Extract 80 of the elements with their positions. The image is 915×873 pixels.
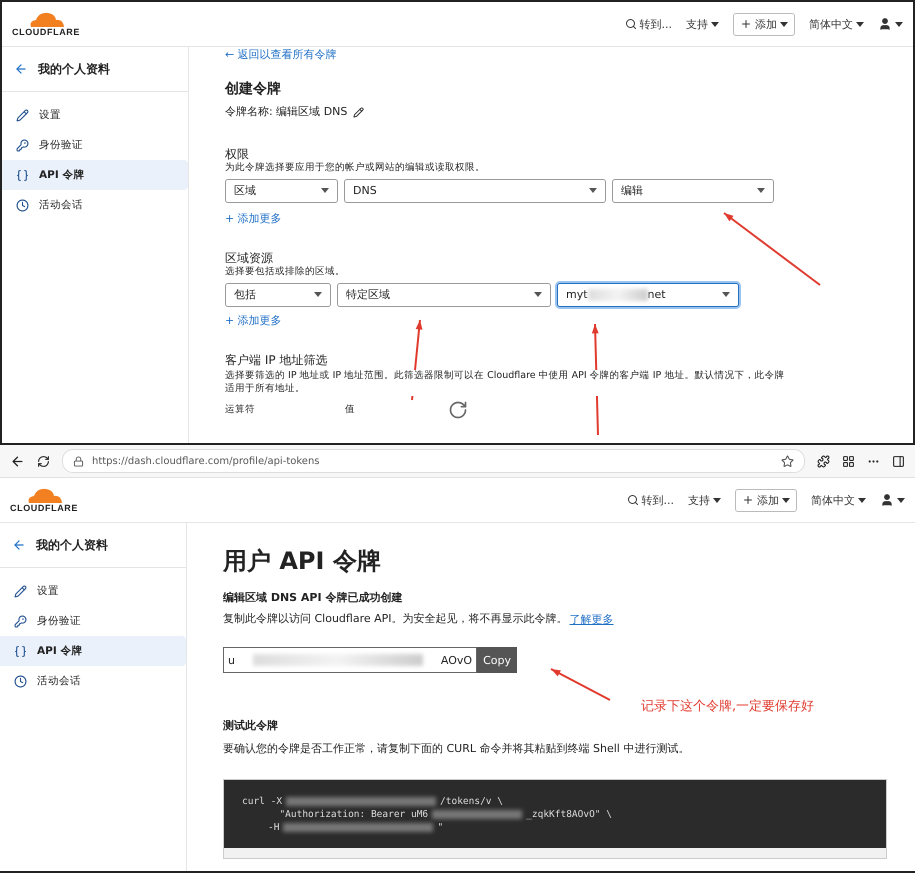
success-message: 编辑区域 DNS API 令牌已成功创建 xyxy=(223,591,402,606)
pencil-icon xyxy=(14,584,27,598)
braces-icon xyxy=(14,644,27,658)
search-icon xyxy=(626,494,638,506)
sidebar-icon[interactable] xyxy=(892,454,905,468)
extension-icon[interactable] xyxy=(817,454,830,468)
sidebar-item[interactable]: 活动会话 xyxy=(0,666,186,696)
code-text: _zqkKft8AOvO" \ xyxy=(526,808,612,820)
back-link[interactable]: ← 返回以查看所有令牌 xyxy=(225,47,337,62)
page-title: 用户 API 令牌 xyxy=(223,546,381,577)
add-button[interactable]: 添加 xyxy=(735,488,797,512)
sidebar-title: 我的个人资料 xyxy=(38,60,110,78)
menu-button[interactable]: 支持 xyxy=(686,16,719,32)
grid-icon[interactable] xyxy=(842,454,855,468)
search-icon xyxy=(624,18,636,30)
sidebar-item[interactable]: 活动会话 xyxy=(2,190,188,220)
address-bar[interactable]: https://dash.cloudflare.com/profile/api-tokens xyxy=(62,449,805,473)
back-icon[interactable] xyxy=(10,454,25,468)
back-arrow-icon[interactable] xyxy=(14,62,28,76)
braces-icon xyxy=(16,168,29,182)
copy-button[interactable]: Copy xyxy=(477,647,517,674)
sidebar-item[interactable]: API 令牌 xyxy=(2,160,188,190)
select-field[interactable]: myt net xyxy=(557,282,739,307)
edit-icon[interactable] xyxy=(353,106,364,118)
menu-button[interactable]: 简体中文 xyxy=(811,492,866,508)
annotation-text: 记录下这个令牌,一定要保存好 xyxy=(641,698,814,715)
notice-text: 复制此令牌以访问 Cloudflare API。为安全起见，将不再显示此令牌。 xyxy=(223,612,568,628)
code-text: curl -X xyxy=(242,796,282,807)
section-label: 区域资源 xyxy=(225,250,273,266)
select-field[interactable]: 区域 xyxy=(225,178,338,203)
star-icon[interactable] xyxy=(781,454,794,468)
key-icon xyxy=(16,138,29,152)
code-text: " xyxy=(437,822,444,833)
sidebar-item[interactable]: 身份验证 xyxy=(2,130,188,160)
search-button[interactable]: 转到... xyxy=(624,16,672,32)
select-field[interactable]: 特定区域 xyxy=(337,282,551,307)
section-description: 为此令牌选择要应用于您的帐户或网站的编辑或读取权限。 xyxy=(225,162,485,175)
plus-icon xyxy=(740,18,752,30)
reload-icon[interactable] xyxy=(37,454,50,468)
section-description: 要确认您的令牌是否工作正常，请复制下面的 CURL 命令并将其粘贴到终端 Shell 中进行测试。 xyxy=(223,742,690,757)
key-icon xyxy=(14,614,27,628)
menu-button[interactable]: 简体中文 xyxy=(809,16,864,32)
sidebar-item[interactable]: 设置 xyxy=(2,100,188,130)
column-label: 运算符 xyxy=(225,404,255,416)
code-text: /tokens/v \ xyxy=(440,796,503,807)
logo-text: CLOUDFLARE xyxy=(10,503,78,513)
sidebar-item[interactable]: 身份验证 xyxy=(0,606,186,636)
section-description: 选择要包括或排除的区域。 xyxy=(225,266,345,279)
logo-text: CLOUDFLARE xyxy=(12,27,80,37)
sidebar-item[interactable]: 设置 xyxy=(0,576,186,606)
select-field[interactable]: DNS xyxy=(344,178,606,203)
code-text: "Authorization: Bearer uM6 xyxy=(278,808,428,820)
column-label: 值 xyxy=(345,404,355,416)
learn-more-link[interactable]: 了解更多 xyxy=(570,612,614,628)
clock-icon xyxy=(16,198,29,212)
token-field[interactable]: u AOvO xyxy=(223,647,478,674)
sidebar-title: 我的个人资料 xyxy=(36,536,108,554)
clock-icon xyxy=(14,674,27,688)
search-button[interactable]: 转到... xyxy=(626,492,674,508)
section-title: 测试此令牌 xyxy=(223,719,278,734)
user-icon xyxy=(878,17,892,31)
add-more-link[interactable]: + 添加更多 xyxy=(225,312,282,328)
add-button[interactable]: 添加 xyxy=(733,12,795,36)
page-title: 创建令牌 xyxy=(225,80,281,99)
select-field[interactable]: 包括 xyxy=(225,282,331,307)
select-field[interactable]: 编辑 xyxy=(612,178,774,203)
add-more-link[interactable]: + 添加更多 xyxy=(225,210,282,226)
section-description: 选择要筛选的 IP 地址或 IP 地址范围。此筛选器限制可以在 Cloudflare 中使用 API 令牌的客户端 IP 地址。默认情况下，此令牌适用于所有地址。 xyxy=(225,370,785,396)
sidebar-item[interactable]: API 令牌 xyxy=(0,636,186,666)
token-name: 令牌名称: 编辑区域 DNS xyxy=(225,104,348,120)
plus-icon xyxy=(742,494,754,506)
pencil-icon xyxy=(16,108,29,122)
annotation-arrow xyxy=(550,668,610,701)
lock-icon xyxy=(73,456,84,466)
section-label: 权限 xyxy=(225,146,249,162)
user-icon xyxy=(880,493,894,507)
section-label: 客户端 IP 地址筛选 xyxy=(225,352,328,368)
rotate-icon xyxy=(448,400,468,420)
menu-button[interactable]: 支持 xyxy=(688,492,721,508)
code-text: -H xyxy=(268,822,280,833)
